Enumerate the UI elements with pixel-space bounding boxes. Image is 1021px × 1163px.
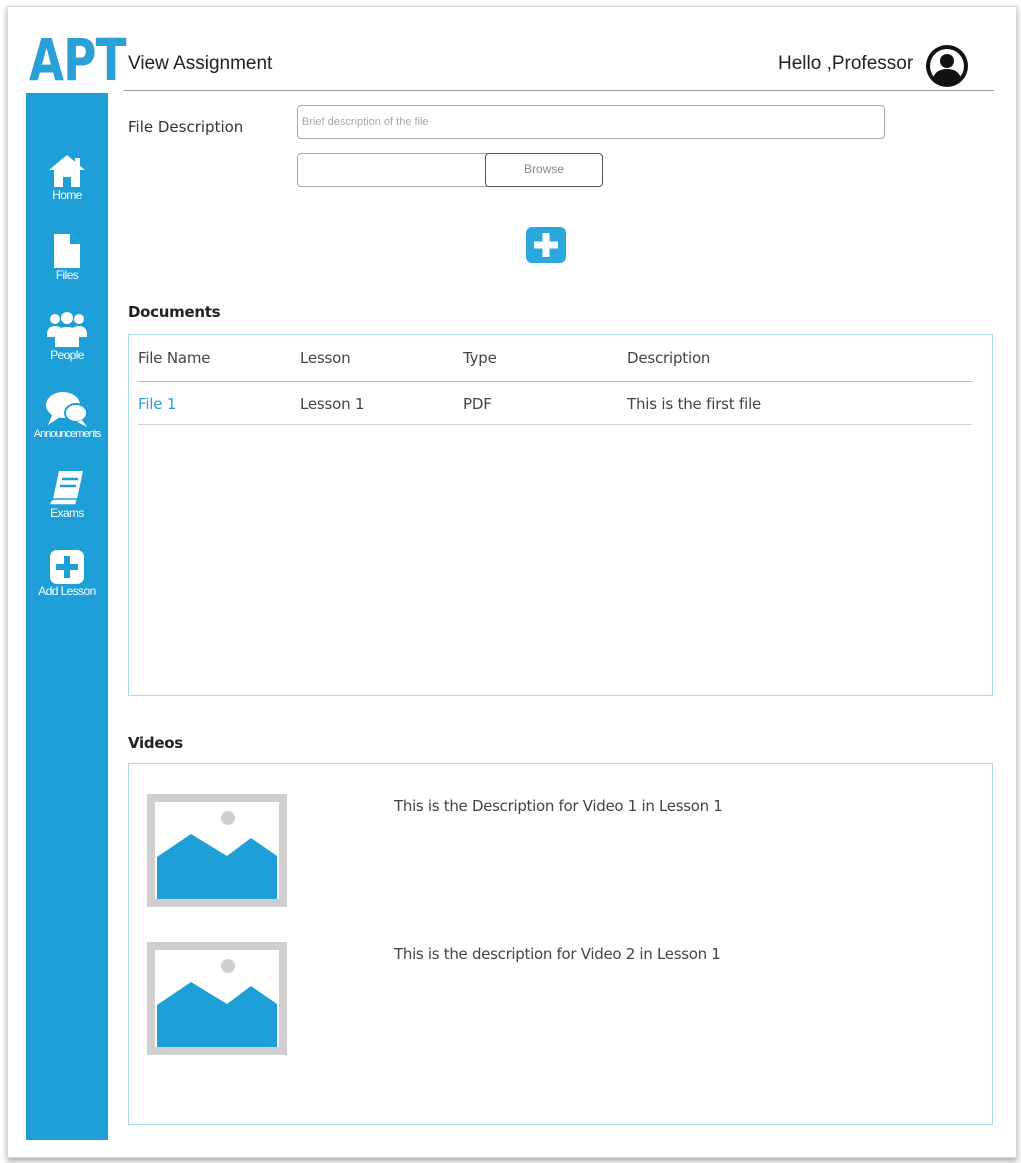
file-name-link[interactable]: File 1 [138, 395, 176, 413]
apt-logo: APT [29, 26, 126, 94]
plus-square-icon [50, 550, 84, 584]
page-title: View Assignment [128, 53, 273, 74]
header-divider [124, 90, 994, 91]
chat-bubbles-icon [46, 392, 88, 427]
documents-title: Documents [128, 303, 221, 321]
table-header-divider [138, 381, 972, 382]
sidebar-item-home[interactable]: Home [26, 153, 108, 202]
description-cell: This is the first file [627, 395, 762, 413]
file-description-label: File Description [128, 118, 244, 136]
sidebar-item-exams[interactable]: Exams [26, 469, 108, 520]
column-header-file-name[interactable]: File Name [138, 349, 211, 367]
lesson-cell: Lesson 1 [300, 395, 365, 413]
sidebar-item-announcements[interactable]: Announcements [26, 389, 108, 440]
column-header-type[interactable]: Type [463, 349, 497, 367]
add-file-button[interactable] [524, 226, 568, 264]
sidebar-item-label: Home [52, 188, 82, 202]
home-icon [49, 155, 85, 187]
file-path-field[interactable] [297, 153, 487, 187]
documents-panel [128, 334, 993, 696]
table-row-divider [138, 424, 972, 425]
sidebar-item-people[interactable]: People [26, 311, 108, 362]
sidebar-item-add-lesson[interactable]: Add Lesson [26, 549, 108, 598]
image-placeholder-icon[interactable] [147, 794, 287, 907]
sidebar-item-label: Files [55, 268, 79, 282]
user-greeting: Hello ,Professor [778, 53, 914, 74]
videos-title: Videos [128, 734, 183, 752]
sidebar: Home Files People Announcements Exams Ad… [26, 93, 108, 1140]
file-description-input[interactable] [297, 105, 885, 139]
video-description: This is the Description for Video 1 in L… [394, 797, 723, 815]
file-icon [54, 234, 80, 268]
type-cell: PDF [463, 395, 492, 413]
video-description: This is the description for Video 2 in L… [394, 945, 721, 963]
sidebar-item-files[interactable]: Files [26, 233, 108, 282]
column-header-lesson[interactable]: Lesson [300, 349, 351, 367]
people-icon [47, 312, 87, 347]
sidebar-item-label: Exams [50, 506, 84, 520]
sidebar-item-label: People [50, 348, 84, 362]
book-icon [48, 471, 83, 506]
browse-button[interactable]: Browse [485, 153, 603, 187]
user-circle-icon[interactable] [922, 44, 972, 88]
sidebar-item-label: Announcements [33, 428, 102, 440]
sidebar-item-label: Add Lesson [38, 584, 96, 598]
image-placeholder-icon[interactable] [147, 942, 287, 1055]
column-header-description[interactable]: Description [627, 349, 710, 367]
